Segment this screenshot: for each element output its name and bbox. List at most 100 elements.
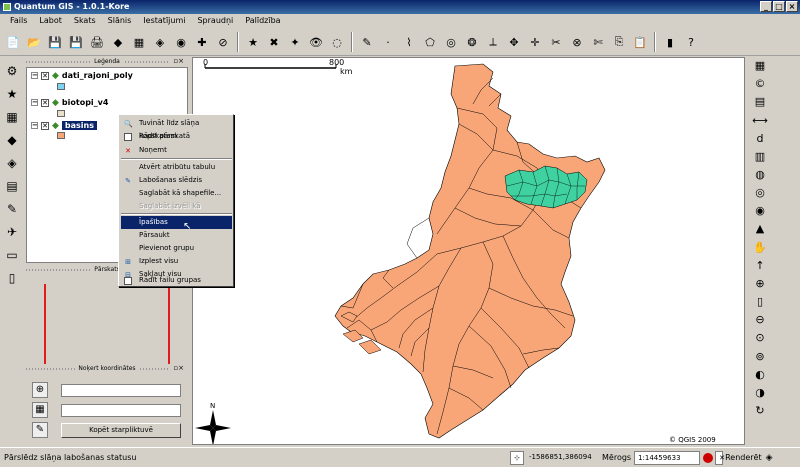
render-checkbox[interactable]: ✕ bbox=[715, 450, 725, 465]
menu-file[interactable]: Fails bbox=[4, 14, 33, 29]
remove-layer-icon[interactable]: ⊘ bbox=[214, 33, 232, 51]
menu-item-zoom-to-layer[interactable]: 🔍 Tuvināt līdz slāņa kopskatam bbox=[121, 117, 232, 140]
menu-item-rename[interactable]: Pārsaukt bbox=[121, 229, 232, 242]
collapse-icon[interactable]: − bbox=[31, 122, 38, 129]
vector-tool-icon[interactable]: ◆ bbox=[3, 131, 21, 149]
delete-selected-icon[interactable]: ⊗ bbox=[568, 33, 586, 51]
layer-item-basins[interactable]: − ✕ ◆ basins bbox=[31, 120, 98, 131]
pan-icon[interactable]: ✋ bbox=[751, 240, 769, 255]
chart-icon[interactable]: ▲ bbox=[751, 221, 769, 236]
attribute-icon[interactable]: ▥ bbox=[751, 149, 769, 164]
coord-toggle-icon[interactable]: ⊹ bbox=[510, 450, 524, 465]
eye-icon[interactable]: 👁 bbox=[307, 33, 325, 51]
globe-icon[interactable]: ◍ bbox=[751, 167, 769, 182]
add-ring-icon[interactable]: ◎ bbox=[442, 33, 460, 51]
table-tool-icon[interactable]: ▤ bbox=[3, 177, 21, 195]
north-icon[interactable]: ↑ bbox=[751, 258, 769, 273]
zoom-select-icon[interactable]: ◐ bbox=[751, 367, 769, 382]
basins-polygon[interactable] bbox=[334, 63, 606, 439]
collapse-icon[interactable]: − bbox=[31, 99, 38, 106]
layer-item-dati-rajoni[interactable]: − ✕ ◆ dati_rajoni_poly bbox=[31, 70, 133, 81]
layer-select-icon[interactable]: ▮ bbox=[661, 33, 679, 51]
menu-item-save-shapefile[interactable]: Saglabāt kā shapefile... bbox=[121, 187, 232, 200]
pencil-edit-icon[interactable]: ✎ bbox=[358, 33, 376, 51]
scale-icon[interactable]: ⟷ bbox=[751, 112, 769, 127]
overview-map[interactable] bbox=[26, 274, 188, 364]
paste-icon[interactable]: 📋 bbox=[631, 33, 649, 51]
visibility-checkbox[interactable]: ✕ bbox=[41, 98, 49, 107]
menu-item-toggle-editing[interactable]: ✎ Labošanas slēdzis bbox=[121, 174, 232, 187]
save-as-icon[interactable]: 💾 bbox=[67, 33, 85, 51]
scale-input[interactable]: 1:14459633 bbox=[634, 450, 701, 465]
grid-icon[interactable]: ▦ bbox=[3, 108, 21, 126]
copy-to-clipboard-button[interactable]: Kopēt starpliktuvē bbox=[61, 423, 181, 438]
capture-line-icon[interactable]: ⌇ bbox=[400, 33, 418, 51]
coord-y-input[interactable] bbox=[61, 404, 181, 417]
capture-polygon-icon[interactable]: ⬠ bbox=[421, 33, 439, 51]
stop-render-icon[interactable] bbox=[703, 452, 714, 463]
page-tool-icon[interactable]: ▯ bbox=[3, 269, 21, 287]
menu-layer[interactable]: Slānis bbox=[102, 14, 138, 29]
zoom-in-icon[interactable]: ⊕ bbox=[751, 276, 769, 291]
save-project-icon[interactable]: 💾 bbox=[46, 33, 64, 51]
plugin-grid-icon[interactable]: ▦ bbox=[751, 58, 769, 73]
menu-item-add-group[interactable]: Pievienot grupu bbox=[121, 242, 232, 255]
menu-item-attribute-table[interactable]: Atvērt atribūtu tabulu bbox=[121, 161, 232, 174]
cut-icon[interactable]: ✄ bbox=[589, 33, 607, 51]
menu-item-remove[interactable]: ✕ Noņemt bbox=[121, 144, 232, 157]
delete-vertex-icon[interactable]: ✂ bbox=[547, 33, 565, 51]
collapse-icon[interactable]: − bbox=[31, 72, 38, 79]
menu-item-properties[interactable]: Īpašības ↖ bbox=[121, 216, 232, 232]
zoom-last-icon[interactable]: ◑ bbox=[751, 385, 769, 400]
help-icon[interactable]: ? bbox=[682, 33, 700, 51]
menu-item-expand-all[interactable]: ⊞ Izplest visu bbox=[121, 255, 232, 268]
graph-tool-icon[interactable]: ✎ bbox=[3, 200, 21, 218]
menu-plugins[interactable]: Spraudņi bbox=[191, 14, 239, 29]
move-vertex-icon[interactable]: ✥ bbox=[505, 33, 523, 51]
menu-view[interactable]: Skats bbox=[68, 14, 102, 29]
menu-item-show-file-groups[interactable]: Rādīt failu grupas bbox=[121, 274, 232, 287]
star-icon[interactable]: ★ bbox=[3, 85, 21, 103]
hide-all-icon[interactable]: ✖ bbox=[265, 33, 283, 51]
web-icon[interactable]: ◎ bbox=[751, 185, 769, 200]
close-button[interactable]: × bbox=[786, 1, 798, 12]
pdf-icon[interactable]: ▯ bbox=[751, 294, 769, 309]
d2s-icon[interactable]: d bbox=[751, 131, 769, 146]
add-raster-icon[interactable]: ▦ bbox=[130, 33, 148, 51]
maximize-button[interactable]: □ bbox=[773, 1, 785, 12]
zoom-full-icon[interactable]: ⊙ bbox=[751, 330, 769, 345]
print-icon[interactable]: 🖨 bbox=[88, 33, 106, 51]
overview-add-icon[interactable]: ✦ bbox=[286, 33, 304, 51]
menu-settings[interactable]: Iestatījumi bbox=[137, 14, 191, 29]
map-canvas[interactable]: 0 800 km N © QGIS 2009 bbox=[192, 57, 745, 445]
visibility-checkbox[interactable]: ✕ bbox=[41, 71, 49, 80]
add-postgis-icon[interactable]: ◈ bbox=[151, 33, 169, 51]
capture-icon[interactable]: ✎ bbox=[32, 422, 48, 438]
zoom-out-icon[interactable]: ⊖ bbox=[751, 312, 769, 327]
projection-icon[interactable]: ◈ bbox=[766, 453, 773, 463]
table-icon[interactable]: ▤ bbox=[751, 94, 769, 109]
crosshair-icon[interactable]: ⊕ bbox=[32, 382, 48, 398]
grid-icon[interactable]: ▦ bbox=[32, 402, 48, 418]
open-project-icon[interactable]: 📂 bbox=[25, 33, 43, 51]
minimize-button[interactable]: _ bbox=[760, 1, 772, 12]
raster-tool-icon[interactable]: ◈ bbox=[3, 154, 21, 172]
new-vector-icon[interactable]: ✚ bbox=[193, 33, 211, 51]
panel-buttons[interactable]: ▫× bbox=[170, 57, 187, 66]
capture-point-icon[interactable]: · bbox=[379, 33, 397, 51]
menu-item-show-overview[interactable]: Rādīt pārskatā bbox=[121, 130, 232, 143]
show-all-icon[interactable]: ★ bbox=[244, 33, 262, 51]
spray-tool-icon[interactable]: ✈ bbox=[3, 223, 21, 241]
coord-x-input[interactable] bbox=[61, 384, 181, 397]
georef-icon[interactable]: ◉ bbox=[751, 203, 769, 218]
new-project-icon[interactable]: 📄 bbox=[4, 33, 22, 51]
layer-item-biotopi[interactable]: − ✕ ◆ biotopi_v4 bbox=[31, 97, 108, 108]
add-vector-icon[interactable]: ◆ bbox=[109, 33, 127, 51]
zoom-layer-icon[interactable]: ⊚ bbox=[751, 349, 769, 364]
add-wms-icon[interactable]: ◉ bbox=[172, 33, 190, 51]
doc-tool-icon[interactable]: ▭ bbox=[3, 246, 21, 264]
refresh-icon[interactable]: ↻ bbox=[751, 403, 769, 418]
copy-icon[interactable]: ⎘ bbox=[610, 33, 628, 51]
menu-help[interactable]: Palīdzība bbox=[239, 14, 286, 29]
eye-hide-icon[interactable]: ◌ bbox=[328, 33, 346, 51]
